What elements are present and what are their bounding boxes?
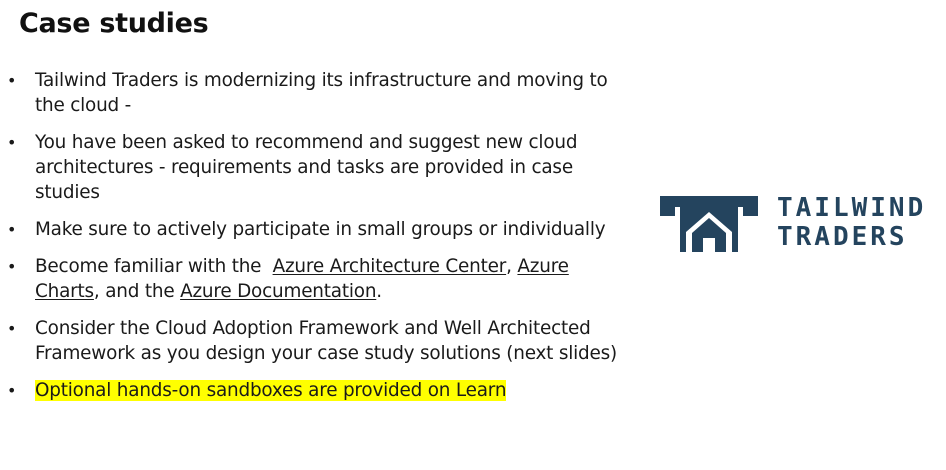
bullet-icon: • [7, 319, 17, 338]
bullet-text: You have been asked to recommend and sug… [35, 132, 578, 203]
bullet-text: Tailwind Traders is modernizing its infr… [35, 70, 608, 116]
bullet-text-sep: , [506, 256, 518, 277]
list-item: • Make sure to actively participate in s… [7, 217, 619, 242]
logo-wordmark: TAILWIND TRADERS [777, 194, 926, 252]
highlighted-bullet-text: Optional hands-on sandboxes are provided… [35, 380, 507, 401]
bullet-icon: • [7, 133, 17, 152]
list-item: • Optional hands-on sandboxes are provid… [7, 378, 619, 403]
bullet-text-sep: , and the [93, 281, 181, 302]
bullet-icon: • [7, 257, 17, 276]
bullet-list: • Tailwind Traders is modernizing its in… [7, 68, 619, 415]
logo-line-2: TRADERS [777, 222, 908, 252]
list-item: • Become familiar with the Azure Archite… [7, 254, 619, 304]
azure-architecture-center-link[interactable]: Azure Architecture Center [273, 256, 507, 277]
tailwind-traders-logo: TAILWIND TRADERS [660, 194, 932, 254]
bullet-text: Make sure to actively participate in sma… [35, 219, 606, 240]
bullet-text-suffix: . [376, 281, 382, 302]
house-icon [660, 196, 758, 252]
bullet-text-prefix: Become familiar with the [35, 256, 273, 277]
azure-documentation-link[interactable]: Azure Documentation [180, 281, 376, 302]
bullet-icon: • [7, 71, 17, 90]
bullet-text: Consider the Cloud Adoption Framework an… [35, 318, 617, 364]
list-item: • You have been asked to recommend and s… [7, 130, 619, 205]
list-item: • Consider the Cloud Adoption Framework … [7, 316, 619, 366]
page-title: Case studies [19, 8, 209, 39]
list-item: • Tailwind Traders is modernizing its in… [7, 68, 619, 118]
logo-line-1: TAILWIND [777, 193, 927, 223]
bullet-icon: • [7, 220, 17, 239]
bullet-icon: • [7, 381, 17, 400]
